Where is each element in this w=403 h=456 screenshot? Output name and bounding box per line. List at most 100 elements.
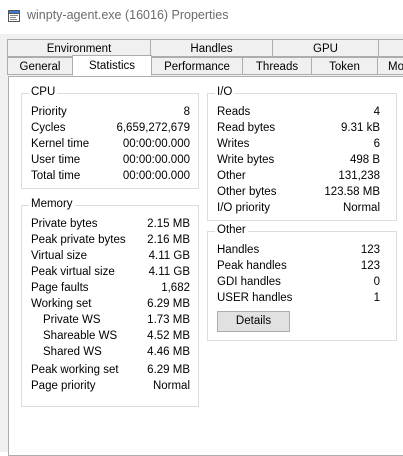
tab-more[interactable]: Mo	[377, 57, 403, 75]
io-value-write-bytes: 498 B	[349, 154, 380, 166]
io-label-io-priority: I/O priority	[217, 202, 271, 214]
memory-label-working-set: Working set	[31, 298, 92, 310]
memory-value-page-faults: 1,682	[161, 282, 190, 294]
io-group: I/O Reads 4 Read bytes 9.31 kB Writes 6 …	[207, 86, 397, 221]
other-group-label: Other	[215, 224, 248, 236]
title-bar[interactable]: winpty-agent.exe (16016) Properties	[0, 0, 403, 34]
memory-group: Memory Private bytes 2.15 MB Peak privat…	[21, 198, 199, 407]
details-button[interactable]: Details	[217, 311, 290, 332]
memory-row: Page faults 1,682	[31, 280, 190, 296]
cpu-value-kernel-time: 00:00:00.000	[122, 138, 190, 150]
memory-group-label: Memory	[29, 198, 75, 210]
io-label-write-bytes: Write bytes	[217, 154, 275, 166]
cpu-row: Total time 00:00:00.000	[31, 168, 190, 184]
io-label-other-bytes: Other bytes	[217, 186, 277, 198]
io-row: Other bytes 123.58 MB	[217, 184, 380, 200]
dialog-client-area: Environment Handles GPU General Statisti…	[0, 34, 403, 456]
io-group-label: I/O	[215, 86, 235, 98]
tab-token[interactable]: Token	[311, 57, 378, 75]
memory-row: Shared WS 4.46 MB	[31, 344, 190, 360]
other-row: GDI handles 0	[217, 274, 380, 290]
app-icon	[8, 10, 20, 22]
other-label-peak-handles: Peak handles	[217, 260, 287, 272]
memory-value-page-priority: Normal	[152, 380, 190, 392]
window-title: winpty-agent.exe (16016) Properties	[27, 8, 229, 22]
tab-performance[interactable]: Performance	[151, 57, 243, 75]
io-value-read-bytes: 9.31 kB	[341, 122, 380, 134]
memory-value-working-set: 6.29 MB	[147, 298, 190, 310]
cpu-group-label: CPU	[29, 86, 58, 98]
cpu-row: Cycles 6,659,272,679	[31, 120, 190, 136]
memory-value-private-ws: 1.73 MB	[147, 314, 190, 326]
io-label-other: Other	[217, 170, 246, 182]
memory-label-virtual-size: Virtual size	[31, 250, 88, 262]
tab-row1-extra[interactable]	[378, 39, 403, 57]
other-row: Peak handles 123	[217, 258, 380, 274]
io-label-reads: Reads	[217, 106, 251, 118]
io-value-writes: 6	[373, 138, 380, 150]
cpu-row: Kernel time 00:00:00.000	[31, 136, 190, 152]
memory-label-peak-virtual-size: Peak virtual size	[31, 266, 115, 278]
memory-row: Peak virtual size 4.11 GB	[31, 264, 190, 280]
memory-label-shareable-ws: Shareable WS	[43, 330, 118, 342]
io-row: Read bytes 9.31 kB	[217, 120, 380, 136]
cpu-value-priority: 8	[183, 106, 190, 118]
memory-value-peak-working-set: 6.29 MB	[147, 364, 190, 376]
other-value-user-handles: 1	[373, 292, 380, 304]
memory-label-peak-working-set: Peak working set	[31, 364, 119, 376]
other-value-gdi-handles: 0	[373, 276, 380, 288]
io-row: Write bytes 498 B	[217, 152, 380, 168]
cpu-label-user-time: User time	[31, 154, 81, 166]
other-label-gdi-handles: GDI handles	[217, 276, 281, 288]
statistics-panel: CPU Priority 8 Cycles 6,659,272,679 Kern…	[8, 76, 403, 456]
io-row: I/O priority Normal	[217, 200, 380, 216]
cpu-value-user-time: 00:00:00.000	[122, 154, 190, 166]
cpu-value-cycles: 6,659,272,679	[116, 122, 190, 134]
tab-general[interactable]: General	[7, 57, 73, 75]
memory-row: Working set 6.29 MB	[31, 296, 190, 312]
cpu-row: Priority 8	[31, 104, 190, 120]
memory-value-shareable-ws: 4.52 MB	[147, 330, 190, 342]
memory-label-private-bytes: Private bytes	[31, 218, 98, 230]
tab-threads[interactable]: Threads	[242, 57, 312, 75]
memory-value-peak-private-bytes: 2.16 MB	[147, 234, 190, 246]
cpu-label-cycles: Cycles	[31, 122, 66, 134]
memory-label-shared-ws: Shared WS	[43, 346, 102, 358]
memory-row: Peak working set 6.29 MB	[31, 362, 190, 378]
memory-row: Private WS 1.73 MB	[31, 312, 190, 328]
io-row: Reads 4	[217, 104, 380, 120]
memory-label-page-faults: Page faults	[31, 282, 89, 294]
memory-value-peak-virtual-size: 4.11 GB	[148, 266, 190, 278]
tab-statistics[interactable]: Statistics	[72, 55, 152, 76]
io-row: Other 131,238	[217, 168, 380, 184]
io-label-writes: Writes	[217, 138, 250, 150]
cpu-row: User time 00:00:00.000	[31, 152, 190, 168]
cpu-label-priority: Priority	[31, 106, 67, 118]
tab-handles[interactable]: Handles	[150, 39, 273, 57]
memory-row: Private bytes 2.15 MB	[31, 216, 190, 232]
io-row: Writes 6	[217, 136, 380, 152]
memory-value-shared-ws: 4.46 MB	[147, 346, 190, 358]
memory-value-virtual-size: 4.11 GB	[148, 250, 190, 262]
cpu-label-total-time: Total time	[31, 170, 81, 182]
memory-label-page-priority: Page priority	[31, 380, 96, 392]
memory-row: Shareable WS 4.52 MB	[31, 328, 190, 344]
memory-row: Virtual size 4.11 GB	[31, 248, 190, 264]
memory-row: Peak private bytes 2.16 MB	[31, 232, 190, 248]
io-label-read-bytes: Read bytes	[217, 122, 276, 134]
memory-label-private-ws: Private WS	[43, 314, 101, 326]
cpu-value-total-time: 00:00:00.000	[122, 170, 190, 182]
other-row: Handles 123	[217, 242, 380, 258]
io-value-reads: 4	[373, 106, 380, 118]
io-value-other-bytes: 123.58 MB	[324, 186, 380, 198]
other-group: Other Handles 123 Peak handles 123 GDI h…	[207, 224, 397, 341]
memory-row: Page priority Normal	[31, 378, 190, 394]
other-value-peak-handles: 123	[360, 260, 380, 272]
other-value-handles: 123	[360, 244, 380, 256]
other-row: USER handles 1	[217, 290, 380, 306]
tab-gpu[interactable]: GPU	[272, 39, 379, 57]
other-label-user-handles: USER handles	[217, 292, 293, 304]
other-label-handles: Handles	[217, 244, 260, 256]
io-value-io-priority: Normal	[342, 202, 380, 214]
memory-value-private-bytes: 2.15 MB	[147, 218, 190, 230]
